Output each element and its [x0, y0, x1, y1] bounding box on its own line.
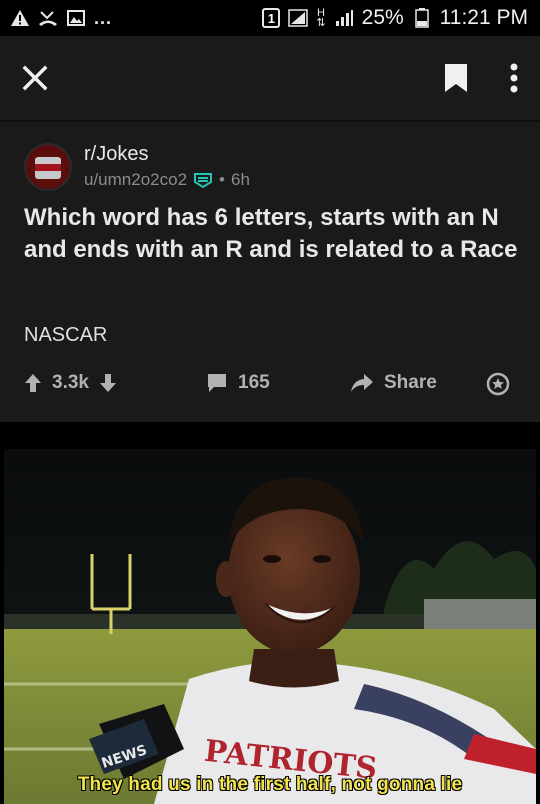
signal-icon [334, 9, 354, 27]
sim-icon: 1 [262, 8, 281, 28]
meme-illustration: PATRIOTS NEWS [4, 449, 536, 804]
post-actions: 3.3k 165 Share [0, 372, 540, 402]
comment-count: 165 [238, 372, 270, 393]
share-label: Share [384, 372, 437, 393]
subreddit-avatar[interactable] [24, 143, 72, 191]
image-icon [66, 9, 86, 27]
more-options-button[interactable] [510, 63, 518, 93]
battery-percent: 25% [361, 6, 404, 29]
post-body: NASCAR [24, 324, 108, 346]
close-icon [22, 65, 48, 91]
battery-icon [412, 8, 432, 28]
subreddit-link[interactable]: r/Jokes [84, 142, 250, 166]
comments-button[interactable]: 165 [206, 372, 270, 394]
post-header: r/Jokes u/umn2o2co2 • 6h [24, 142, 250, 192]
separator: • [219, 170, 225, 189]
award-button[interactable] [486, 372, 510, 396]
share-icon [351, 374, 373, 392]
downvote-button[interactable] [99, 373, 117, 393]
close-button[interactable] [22, 65, 48, 91]
downvote-icon [99, 374, 116, 392]
vote-count: 3.3k [52, 372, 89, 393]
mod-shield-icon [194, 173, 213, 188]
upvote-icon [25, 374, 41, 392]
award-icon [486, 372, 510, 396]
bookmark-icon [445, 64, 467, 92]
post-title: Which word has 6 letters, starts with an… [24, 204, 518, 263]
missed-call-icon [38, 9, 58, 27]
more-notifications: ... [94, 7, 113, 28]
upvote-button[interactable] [24, 373, 42, 393]
more-icon [510, 63, 518, 93]
meme-caption: They had us in the first half, not gonna… [77, 774, 463, 795]
post-age: 6h [230, 170, 250, 189]
author-link[interactable]: u/umn2o2co2 [84, 168, 187, 192]
post-meta: r/Jokes u/umn2o2co2 • 6h [84, 142, 250, 192]
post-card: r/Jokes u/umn2o2co2 • 6h Which word has … [0, 122, 540, 422]
post-image[interactable]: PATRIOTS NEWS They had us in the first h… [4, 449, 536, 804]
network-type: H ⇅ [316, 7, 326, 29]
author-line: u/umn2o2co2 • 6h [84, 168, 250, 192]
clock: 11:21 PM [439, 6, 528, 29]
comment-icon [208, 374, 226, 392]
status-right: 1 H ⇅ 25% 11:21 PM [262, 6, 528, 30]
vote-controls: 3.3k [24, 372, 117, 394]
warning-icon [10, 9, 30, 27]
signal-icon [288, 9, 309, 27]
post-toolbar [0, 36, 540, 120]
status-bar: ... 1 H ⇅ 25% 11:21 PM [0, 0, 540, 36]
share-button[interactable]: Share [350, 372, 437, 394]
status-left: ... [10, 8, 112, 29]
save-button[interactable] [444, 63, 468, 93]
toolbar-actions [444, 63, 518, 93]
